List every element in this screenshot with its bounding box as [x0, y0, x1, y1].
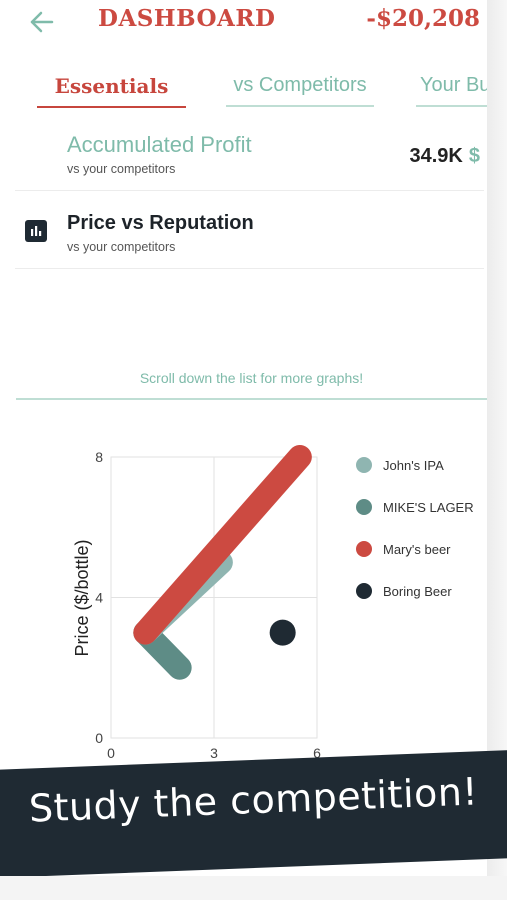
back-button[interactable]: [24, 6, 60, 38]
card-title: Price vs Reputation: [67, 212, 254, 234]
scroll-hint: Scroll down the list for more graphs!: [16, 370, 487, 400]
x-tick-label: 0: [107, 745, 115, 761]
series-line: [133, 445, 312, 645]
page-title: DASHBOARD: [98, 5, 276, 32]
y-tick-label: 4: [95, 590, 103, 606]
card-title: Accumulated Profit: [67, 132, 252, 157]
chart-axes: 0 3 6048: [95, 449, 321, 761]
y-axis-label: Price ($/bottle): [72, 539, 92, 656]
tab-your-business[interactable]: Your Bu: [416, 74, 487, 107]
arrow-left-icon: [30, 11, 54, 33]
chart-grid: [110, 456, 318, 739]
accumulated-profit-card[interactable]: Accumulated Profit vs your competitors 3…: [15, 118, 484, 191]
legend-marker: [356, 583, 372, 599]
chart-legend: John's IPA MIKE'S LAGER Mary's beer Boring …: [356, 457, 474, 599]
y-tick-label: 0: [95, 730, 103, 746]
legend-label: MIKE'S LAGER: [383, 500, 474, 515]
profit-value: 34.9K $: [410, 145, 481, 168]
bottom-strip: [0, 876, 507, 900]
tab-essentials[interactable]: Essentials: [37, 74, 186, 108]
balance-value: -$20,208: [366, 5, 480, 32]
legend-marker: [356, 499, 372, 515]
chart-series: [133, 445, 312, 680]
price-vs-reputation-card[interactable]: Price vs Reputation vs your competitors: [15, 196, 484, 269]
tab-bar: Essentials vs Competitors Your Bu: [0, 64, 487, 108]
bar-chart-icon: [25, 220, 47, 242]
tab-vs-competitors[interactable]: vs Competitors: [226, 74, 374, 107]
price-reputation-chart: 0 3 6048 John's IPAMIKE'S LAGERMary's beer…: [72, 445, 474, 761]
legend-label: Mary's beer: [383, 542, 451, 557]
series-point: [269, 619, 296, 646]
profit-amount: 34.9K: [409, 145, 463, 167]
legend-label: John's IPA: [383, 458, 444, 473]
card-subtitle: vs your competitors: [67, 162, 176, 176]
card-subtitle: vs your competitors: [67, 240, 176, 254]
y-tick-label: 8: [95, 449, 103, 465]
legend-marker: [356, 457, 372, 473]
legend-label: Boring Beer: [383, 584, 452, 599]
legend-marker: [356, 541, 372, 557]
x-tick-label: 3: [210, 745, 218, 761]
top-bar: DASHBOARD -$20,208: [0, 0, 507, 42]
currency-symbol: $: [468, 145, 480, 167]
